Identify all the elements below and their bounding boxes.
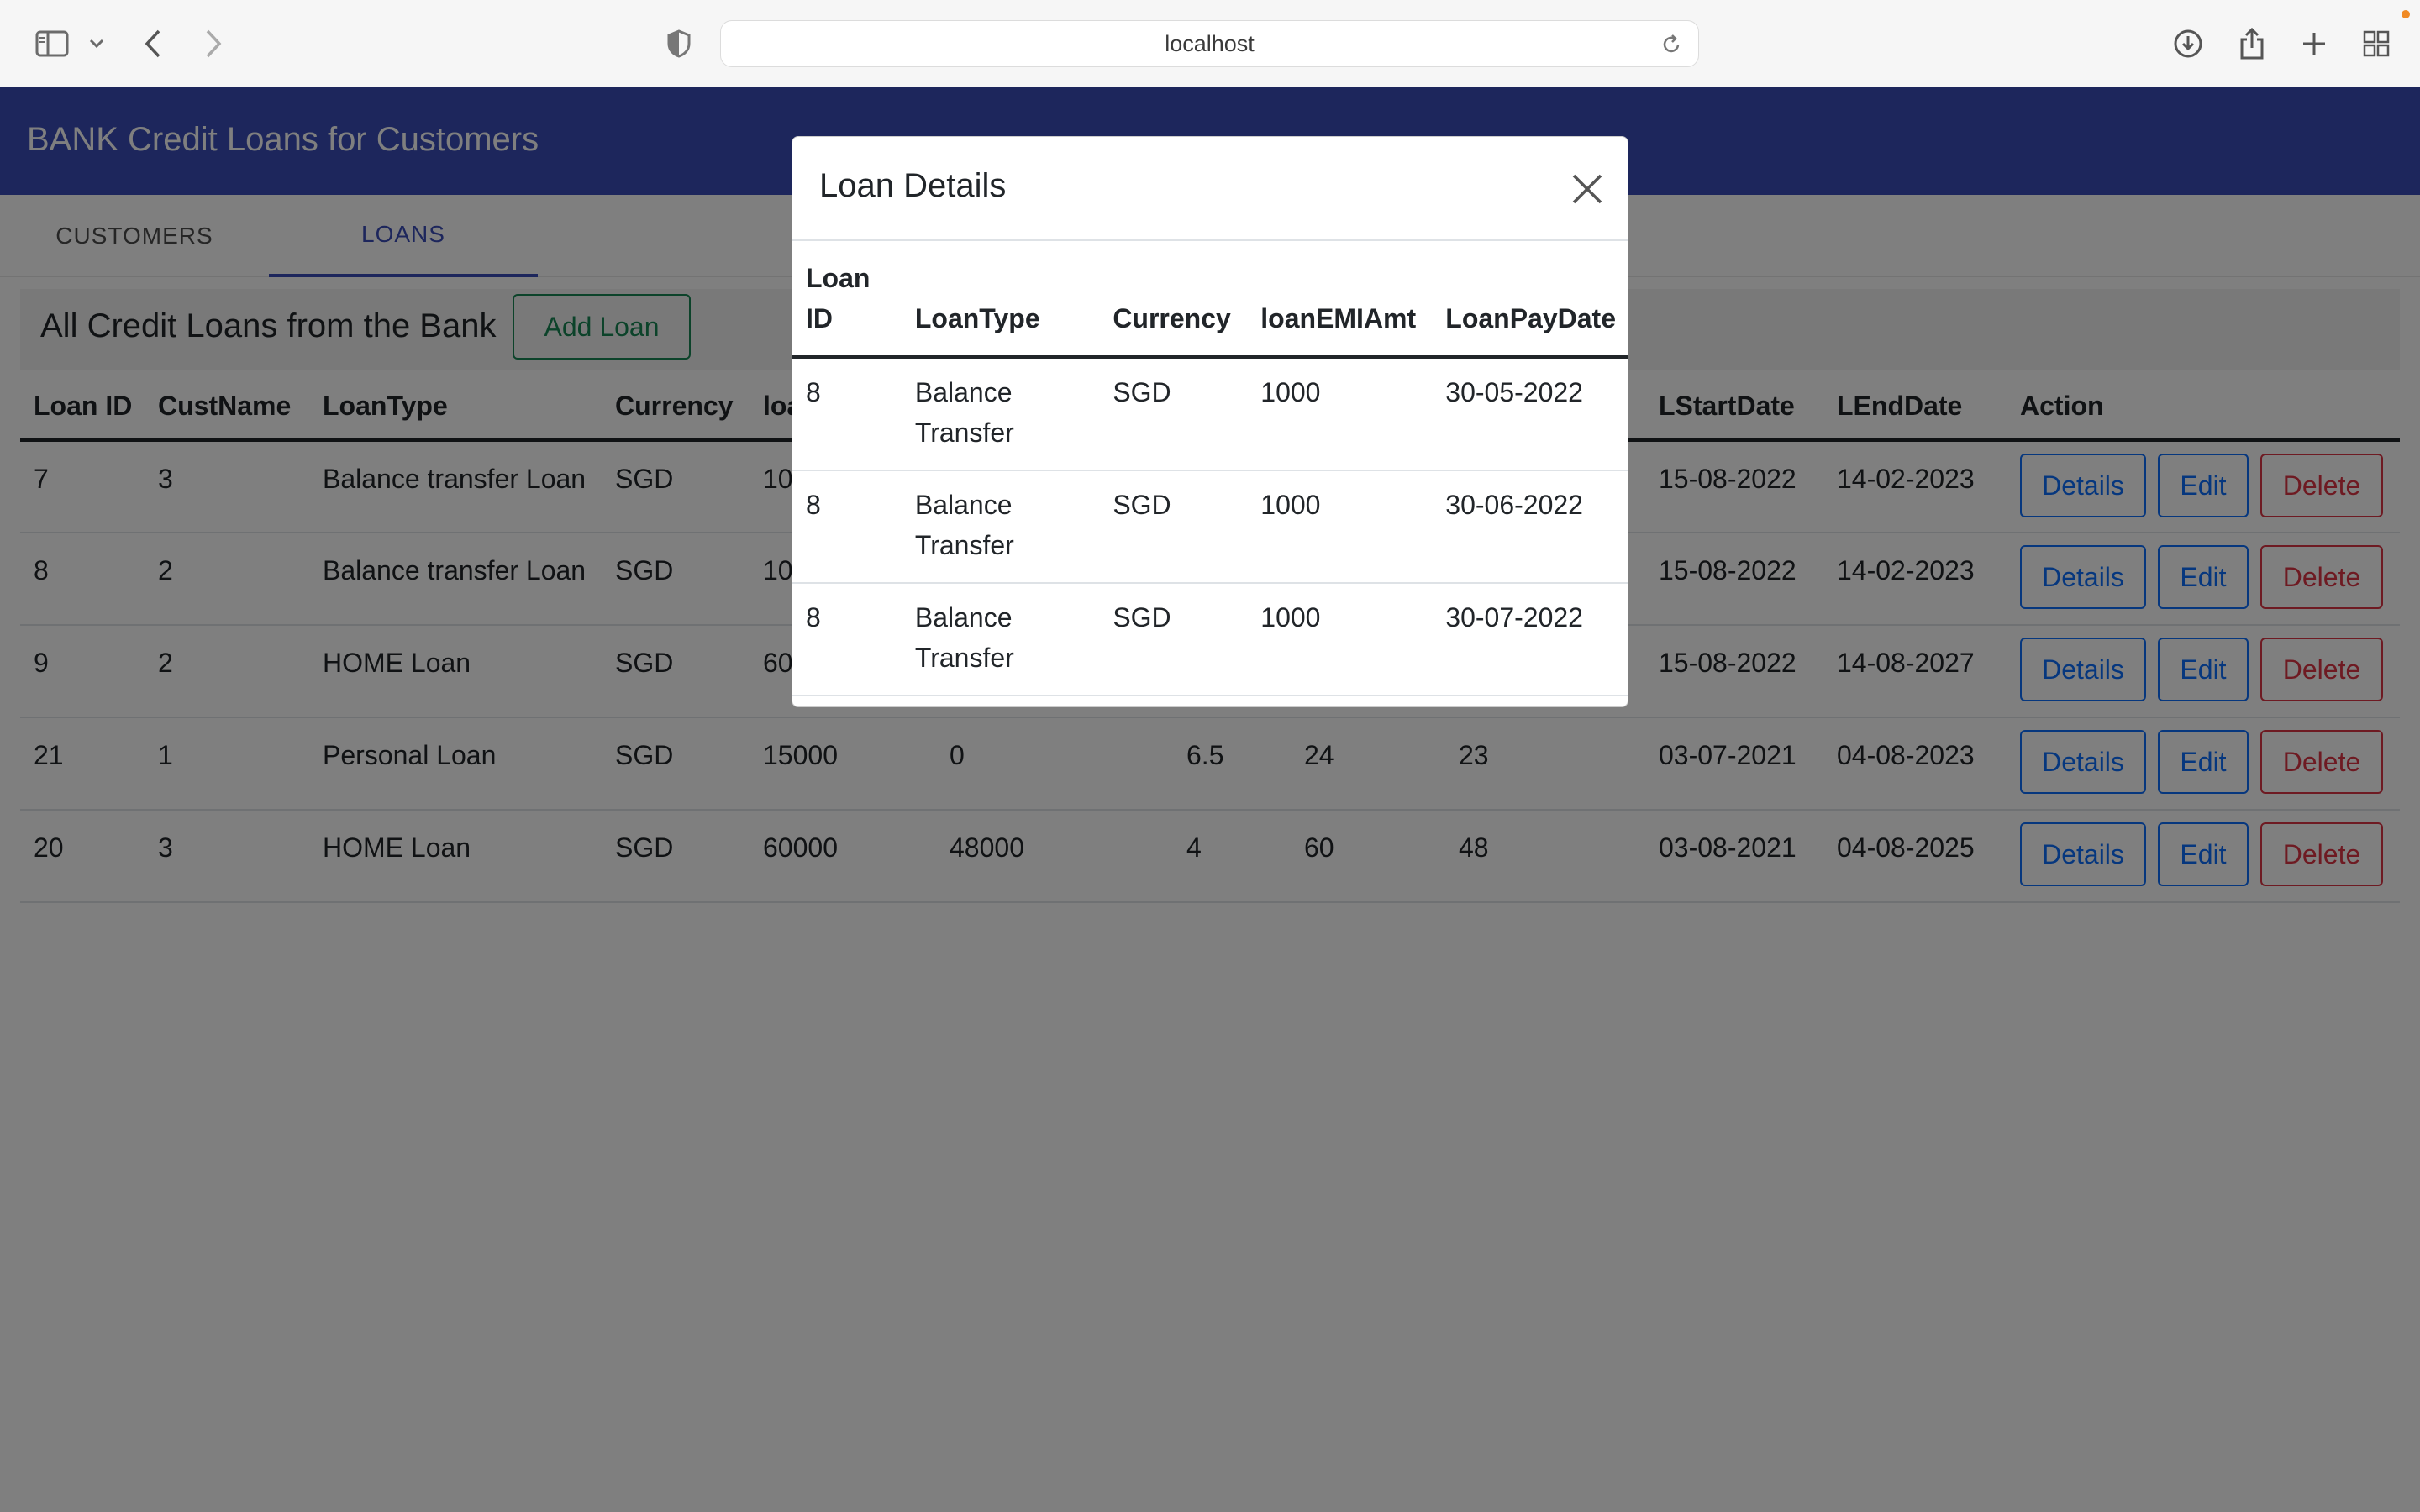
modal-header: Loan Details xyxy=(792,137,1628,241)
column-header: loanEMIAmt xyxy=(1247,241,1433,359)
column-header: LoanType xyxy=(901,241,1100,359)
cell-pay-date: 30-06-2022 xyxy=(1432,470,1628,584)
downloads-icon[interactable] xyxy=(2171,20,2205,67)
tab-overview-icon[interactable] xyxy=(2360,20,2393,67)
cell-emi: 1000 xyxy=(1247,470,1433,584)
cell-type: Balance Transfer xyxy=(901,357,1100,471)
privacy-shield-icon[interactable] xyxy=(664,20,694,67)
loan-details-table: Loan ID LoanType Currency loanEMIAmt Loa… xyxy=(792,241,1628,696)
share-icon[interactable] xyxy=(2235,20,2269,67)
cell-emi: 1000 xyxy=(1247,583,1433,696)
cell-currency: SGD xyxy=(1099,470,1248,584)
column-header: LoanPayDate xyxy=(1432,241,1628,359)
table-header-row: Loan ID LoanType Currency loanEMIAmt Loa… xyxy=(792,241,1628,359)
address-bar[interactable]: localhost xyxy=(720,20,1699,67)
cell-currency: SGD xyxy=(1099,357,1248,471)
url-text: localhost xyxy=(1165,30,1255,56)
notification-dot xyxy=(2402,10,2410,18)
cell-emi: 1000 xyxy=(1247,357,1433,471)
cell-pay-date: 30-07-2022 xyxy=(1432,583,1628,696)
cell-type: Balance Transfer xyxy=(901,583,1100,696)
sidebar-toggle-icon[interactable] xyxy=(32,20,72,67)
back-icon[interactable] xyxy=(138,20,168,67)
modal-title: Loan Details xyxy=(819,167,1007,204)
reload-icon[interactable] xyxy=(1660,33,1683,62)
cell-pay-date: 30-05-2022 xyxy=(1432,357,1628,471)
loan-details-modal: Loan Details Loan ID LoanType Currency l… xyxy=(792,136,1628,707)
new-tab-icon[interactable] xyxy=(2297,20,2331,67)
table-row: 8 Balance Transfer SGD 1000 30-07-2022 xyxy=(792,583,1628,696)
table-row: 8 Balance Transfer SGD 1000 30-05-2022 xyxy=(792,357,1628,471)
cell-loan-id: 8 xyxy=(792,470,902,584)
cell-loan-id: 8 xyxy=(792,357,902,471)
column-header: Loan ID xyxy=(792,241,902,359)
chevron-down-icon[interactable] xyxy=(84,20,109,67)
forward-icon[interactable] xyxy=(198,20,229,67)
table-row: 8 Balance Transfer SGD 1000 30-06-2022 xyxy=(792,470,1628,584)
cell-type: Balance Transfer xyxy=(901,470,1100,584)
cell-currency: SGD xyxy=(1099,583,1248,696)
cell-loan-id: 8 xyxy=(792,583,902,696)
close-icon[interactable] xyxy=(1567,169,1607,209)
column-header: Currency xyxy=(1099,241,1248,359)
browser-toolbar: localhost xyxy=(0,0,2420,87)
